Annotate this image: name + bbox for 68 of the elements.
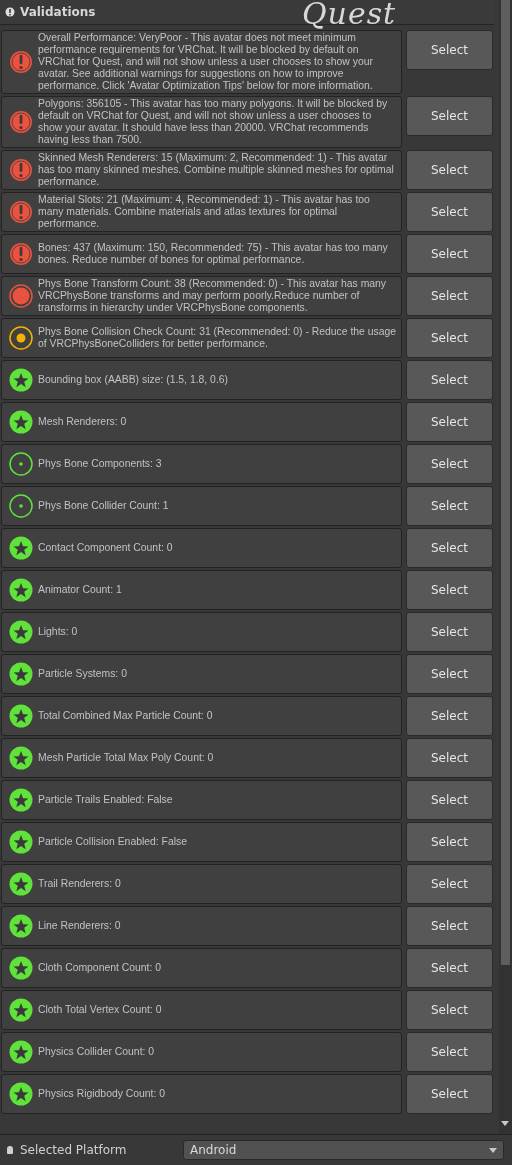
select-button[interactable]: Select <box>406 528 493 568</box>
select-button[interactable]: Select <box>406 906 493 946</box>
validation-message: Contact Component Count: 0 <box>38 542 173 554</box>
small-dot-ring-icon <box>9 494 33 518</box>
select-button[interactable]: Select <box>406 864 493 904</box>
validation-message: Material Slots: 21 (Maximum: 4, Recommended: 1) - This avatar has too many materials. Combine materials and atlas textures for optimal performance. <box>38 194 371 230</box>
validation-message: Lights: 0 <box>38 626 78 638</box>
ringed-dot-icon <box>9 326 33 350</box>
select-button[interactable]: Select <box>406 948 493 988</box>
caret-icon <box>489 1147 497 1153</box>
info-icon <box>5 7 15 17</box>
select-button[interactable]: Select <box>406 276 493 316</box>
exclamation-icon <box>9 200 33 224</box>
validation-message: Mesh Particle Total Max Poly Count: 0 <box>38 752 214 764</box>
validation-message: Trail Renderers: 0 <box>38 878 121 890</box>
validation-message: Bones: 437 (Maximum: 150, Recommended: 75) - This avatar has too many bones. Reduce number of bones for optimal performance. <box>38 242 389 266</box>
validation-message: Phys Bone Components: 3 <box>38 458 162 470</box>
exclamation-icon <box>9 110 33 134</box>
validation-message: Overall Performance: VeryPoor - This avatar does not meet minimum performance requirements for VRChat. It will be blocked by default on VRChat for Quest, and will not show unless a user chooses to show your avatar. See additional warnings for suggestions on how to improve performance. Click 'Avatar Optimization Tips' below for more information. <box>38 32 374 92</box>
platform-dropdown[interactable]: Android <box>183 1140 504 1160</box>
select-button[interactable]: Select <box>406 96 493 136</box>
validation-message: Skinned Mesh Renderers: 15 (Maximum: 2, Recommended: 1) - This avatar has too many skinned meshes. Combine multiple skinned meshes for optimal performance. <box>38 152 395 188</box>
scroll-down-icon[interactable] <box>501 1121 509 1126</box>
exclamation-icon <box>9 158 33 182</box>
select-button[interactable]: Select <box>406 990 493 1030</box>
validation-message: Total Combined Max Particle Count: 0 <box>38 710 213 722</box>
select-button[interactable]: Select <box>406 402 493 442</box>
select-button[interactable]: Select <box>406 444 493 484</box>
validation-message: Polygons: 356105 - This avatar has too many polygons. It will be blocked by default on VRChat for Quest, and will not show unless a user chooses to show your avatar. It should have less than 20000. VRChat recommends having less than 7500. <box>38 98 389 146</box>
select-button[interactable]: Select <box>406 612 493 652</box>
validation-message: Cloth Total Vertex Count: 0 <box>38 1004 162 1016</box>
validation-message: Particle Trails Enabled: False <box>38 794 173 806</box>
validation-message: Line Renderers: 0 <box>38 920 121 932</box>
validation-message: Animator Count: 1 <box>38 584 122 596</box>
validation-message: Physics Collider Count: 0 <box>38 1046 155 1058</box>
scrollbar-thumb[interactable] <box>501 0 510 965</box>
select-button[interactable]: Select <box>406 486 493 526</box>
select-button[interactable]: Select <box>406 150 493 190</box>
exclamation-icon <box>9 50 33 74</box>
validation-message: Physics Rigidbody Count: 0 <box>38 1088 166 1100</box>
android-icon <box>5 1145 15 1155</box>
exclamation-icon <box>9 242 33 266</box>
select-button[interactable]: Select <box>406 696 493 736</box>
select-button[interactable]: Select <box>406 30 493 70</box>
validation-message: Mesh Renderers: 0 <box>38 416 127 428</box>
validation-message: Bounding box (AABB) size: (1.5, 1.8, 0.6) <box>38 374 229 386</box>
filled-circle-icon <box>9 284 33 308</box>
select-button[interactable]: Select <box>406 822 493 862</box>
validation-message: Cloth Component Count: 0 <box>38 962 162 974</box>
select-button[interactable]: Select <box>406 738 493 778</box>
validation-message: Particle Collision Enabled: False <box>38 836 187 848</box>
validation-message: Phys Bone Transform Count: 38 (Recommended: 0) - This avatar has many VRCPhysBone transforms and may perform poorly.Reduce number of transforms in hierarchy under VRCPhysBone components. <box>38 278 388 314</box>
select-button[interactable]: Select <box>406 570 493 610</box>
section-title: Validations <box>20 5 96 19</box>
select-button[interactable]: Select <box>406 1032 493 1072</box>
platform-label: Selected Platform <box>20 1143 128 1157</box>
scrollbar[interactable] <box>499 0 512 1134</box>
select-button[interactable]: Select <box>406 360 493 400</box>
select-button[interactable]: Select <box>406 234 493 274</box>
select-button[interactable]: Select <box>406 192 493 232</box>
validation-message: Phys Bone Collision Check Count: 31 (Recommended: 0) - Reduce the usage of VRCPhysBoneColliders for better performance. <box>38 326 397 350</box>
select-button[interactable]: Select <box>406 1074 493 1114</box>
small-dot-ring-icon <box>9 452 33 476</box>
validation-message: Particle Systems: 0 <box>38 668 127 680</box>
select-button[interactable]: Select <box>406 780 493 820</box>
select-button[interactable]: Select <box>406 654 493 694</box>
select-button[interactable]: Select <box>406 318 493 358</box>
validation-message: Phys Bone Collider Count: 1 <box>38 500 169 512</box>
